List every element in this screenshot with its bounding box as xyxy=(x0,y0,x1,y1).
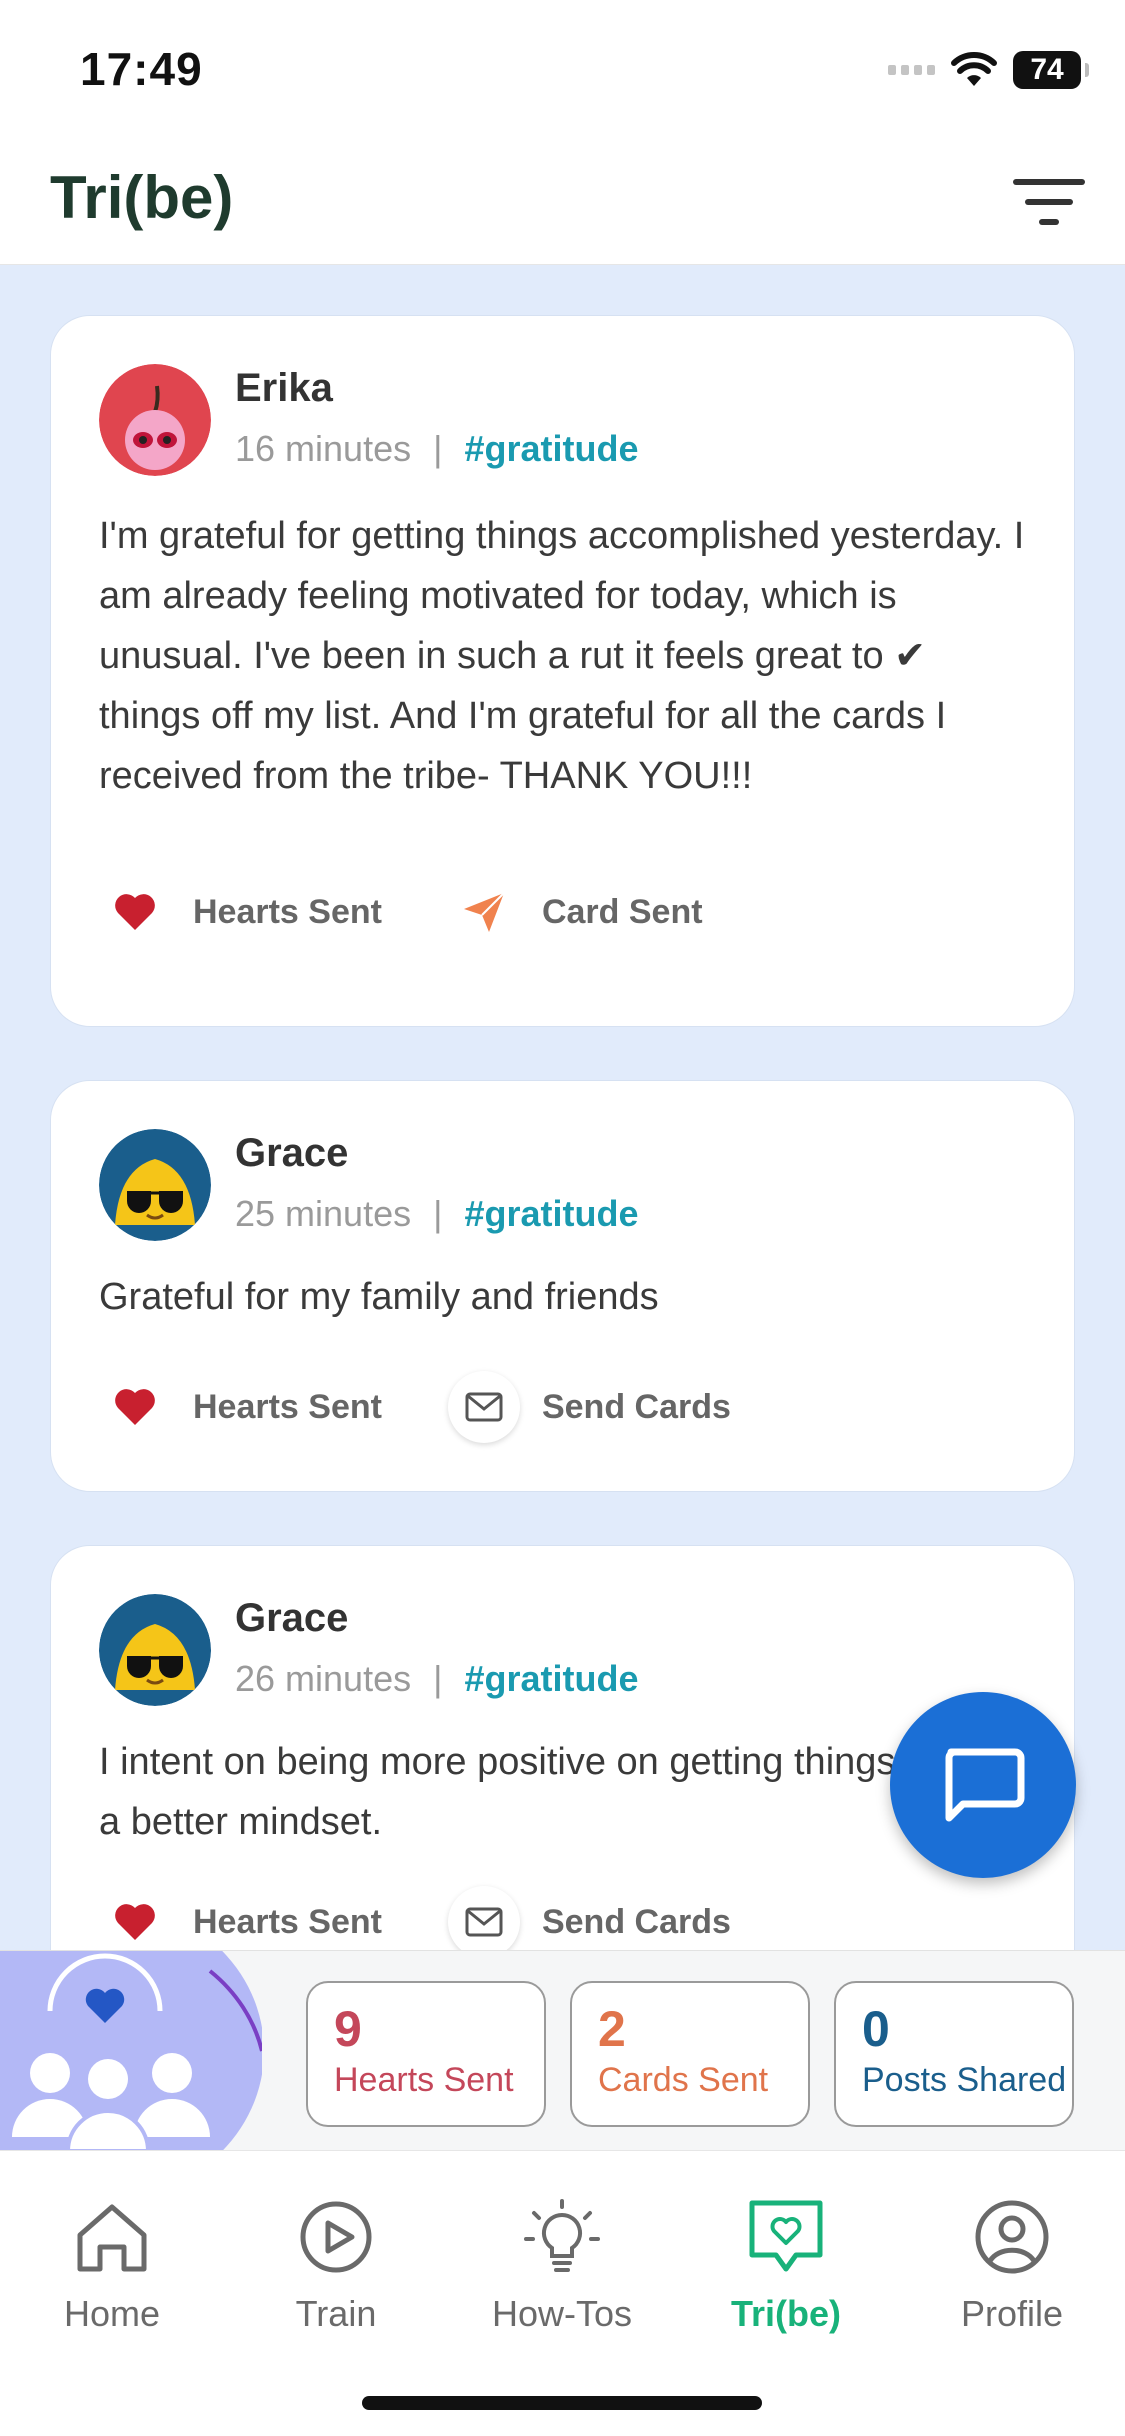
nav-label: Train xyxy=(295,2293,377,2334)
post-tag[interactable]: #gratitude xyxy=(464,428,638,470)
heart-icon xyxy=(99,1886,171,1955)
hearts-label: Hearts Sent xyxy=(193,1387,382,1426)
nav-home[interactable]: Home xyxy=(12,2195,212,2335)
hearts-button[interactable]: Hearts Sent xyxy=(99,1886,382,1955)
home-icon xyxy=(77,2204,147,2272)
post-author[interactable]: Grace xyxy=(235,1596,348,1641)
stat-value: 0 xyxy=(862,2001,890,2057)
nav-label: Tri(be) xyxy=(730,2293,841,2334)
send-cards-button[interactable]: Send Cards xyxy=(447,1371,731,1443)
post-author[interactable]: Erika xyxy=(235,366,333,411)
nav-label: Home xyxy=(63,2293,161,2334)
heart-icon xyxy=(99,1371,171,1443)
card-label: Send Cards xyxy=(541,1387,731,1426)
play-icon xyxy=(300,2201,372,2273)
stat-posts-shared[interactable]: 0 Posts Shared xyxy=(834,1981,1074,2127)
stats-panel: 9 Hearts Sent 2 Cards Sent 0 Posts Share… xyxy=(0,1950,1125,2151)
hearts-label: Hearts Sent xyxy=(193,892,382,931)
stat-label: Hearts Sent xyxy=(334,2061,514,2099)
lemon-sunglasses-avatar xyxy=(99,1129,211,1241)
post-card: Grace 25 minutes | #gratitude Grateful f… xyxy=(50,1080,1075,1492)
stat-label: Cards Sent xyxy=(598,2061,769,2099)
app-header: Tri(be) xyxy=(0,135,1125,265)
card-label: Card Sent xyxy=(541,892,703,931)
status-bar: 17:49 74 xyxy=(0,0,1125,135)
hearts-button[interactable]: Hearts Sent xyxy=(99,1371,382,1443)
post-author[interactable]: Grace xyxy=(235,1131,348,1176)
status-icons: 74 xyxy=(888,48,1089,92)
stat-cards-sent[interactable]: 2 Cards Sent xyxy=(570,1981,810,2127)
lemon-sunglasses-avatar xyxy=(99,1594,211,1706)
heart-icon xyxy=(99,876,171,948)
envelope-icon xyxy=(447,1886,520,1955)
lightbulb-icon xyxy=(524,2199,600,2272)
post-meta: 25 minutes | #gratitude xyxy=(235,1193,639,1235)
post-tag[interactable]: #gratitude xyxy=(464,1193,638,1235)
stat-hearts-sent[interactable]: 9 Hearts Sent xyxy=(306,1981,546,2127)
post-card: Erika 16 minutes | #gratitude I'm gratef… xyxy=(50,315,1075,1027)
new-post-button[interactable] xyxy=(890,1692,1076,1878)
post-meta: 16 minutes | #gratitude xyxy=(235,428,639,470)
post-meta: 26 minutes | #gratitude xyxy=(235,1658,639,1700)
battery-icon: 74 xyxy=(1013,51,1089,89)
nav-tribe[interactable]: Tri(be) xyxy=(686,2195,886,2335)
post-text: Grateful for my family and friends xyxy=(99,1276,659,1318)
meta-separator: | xyxy=(433,428,443,469)
post-actions: Hearts Sent Card Sent xyxy=(99,876,703,948)
post-actions: Hearts Sent Send Cards xyxy=(99,1886,731,1955)
signal-icon xyxy=(888,65,935,75)
nav-label: How-Tos xyxy=(491,2293,633,2334)
nav-profile[interactable]: Profile xyxy=(912,2195,1112,2335)
stat-value: 9 xyxy=(334,2001,362,2057)
post-tag[interactable]: #gratitude xyxy=(464,1658,638,1700)
stat-label: Posts Shared xyxy=(862,2061,1067,2099)
card-label: Send Cards xyxy=(541,1902,731,1941)
hearts-label: Hearts Sent xyxy=(193,1902,382,1941)
post-time: 26 minutes xyxy=(235,1658,412,1699)
envelope-icon xyxy=(447,1371,520,1443)
nav-train[interactable]: Train xyxy=(236,2195,436,2335)
cherry-avatar xyxy=(99,364,211,476)
nav-how-tos[interactable]: How-Tos xyxy=(462,2195,662,2335)
hearts-button[interactable]: Hearts Sent xyxy=(99,876,382,948)
card-sent-button[interactable]: Card Sent xyxy=(448,876,703,948)
page-title: Tri(be) xyxy=(50,164,234,231)
filter-icon[interactable] xyxy=(1013,173,1085,233)
profile-icon xyxy=(975,2200,1049,2274)
post-time: 25 minutes xyxy=(235,1193,412,1234)
paper-plane-icon xyxy=(448,876,520,948)
post-actions: Hearts Sent Send Cards xyxy=(99,1371,731,1443)
home-indicator[interactable] xyxy=(362,2396,762,2410)
send-cards-button[interactable]: Send Cards xyxy=(447,1886,731,1955)
chat-bubble-icon xyxy=(945,1748,1025,1822)
meta-separator: | xyxy=(433,1658,443,1699)
tribe-illustration xyxy=(0,1951,262,2151)
wifi-icon xyxy=(951,52,997,86)
status-time: 17:49 xyxy=(80,43,203,95)
meta-separator: | xyxy=(433,1193,443,1234)
post-time: 16 minutes xyxy=(235,428,412,469)
nav-label: Profile xyxy=(960,2293,1064,2334)
bottom-nav: Home Train How-Tos Tri(be) Profile xyxy=(0,2150,1125,2436)
heart-chat-icon xyxy=(749,2200,823,2272)
post-text: I'm grateful for getting things accompli… xyxy=(99,515,1025,797)
stat-value: 2 xyxy=(598,2001,626,2057)
